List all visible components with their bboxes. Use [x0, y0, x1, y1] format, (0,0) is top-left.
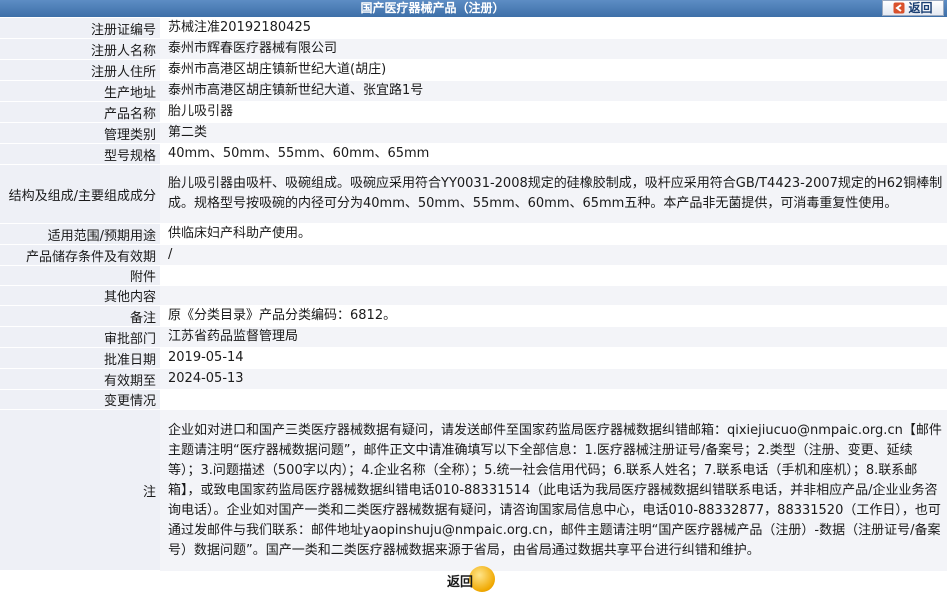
- row-label: 注册人名称: [0, 38, 160, 60]
- row-value: 2024-05-13: [160, 368, 947, 390]
- row-value: 40mm、50mm、55mm、60mm、65mm: [160, 143, 947, 165]
- row-label: 适用范围/预期用途: [0, 223, 160, 245]
- table-row: 批准日期 2019-05-14: [0, 347, 947, 369]
- table-row: 结构及组成/主要组成成分 胎儿吸引器由吸杆、吸碗组成。吸碗应采用符合YY0031…: [0, 164, 947, 224]
- detail-table: 注册证编号 苏械注准20192180425 注册人名称 泰州市辉春医疗器械有限公…: [0, 18, 947, 571]
- note-text: 企业如对进口和国产三类医疗器械数据有疑问，请发送邮件至国家药监局医疗器械数据纠错…: [160, 409, 947, 571]
- page-title: 国产医疗器械产品（注册）: [360, 1, 505, 15]
- row-label: 变更情况: [0, 389, 160, 410]
- table-row: 变更情况: [0, 389, 947, 410]
- table-row: 管理类别 第二类: [0, 122, 947, 144]
- row-value: [160, 285, 947, 306]
- row-label: 审批部门: [0, 326, 160, 348]
- title-bar: 国产医疗器械产品（注册） 返回: [0, 0, 947, 17]
- table-row: 适用范围/预期用途 供临床妇产科助产使用。: [0, 223, 947, 245]
- table-row: 注册人住所 泰州市高港区胡庄镇新世纪大道(胡庄): [0, 59, 947, 81]
- row-label: 注册人住所: [0, 59, 160, 81]
- row-value: 供临床妇产科助产使用。: [160, 223, 947, 245]
- row-value: 泰州市辉春医疗器械有限公司: [160, 38, 947, 60]
- table-row: 有效期至 2024-05-13: [0, 368, 947, 390]
- row-label: 生产地址: [0, 80, 160, 102]
- row-label: 产品储存条件及有效期: [0, 244, 160, 266]
- row-value: [160, 265, 947, 286]
- row-value: 泰州市高港区胡庄镇新世纪大道(胡庄): [160, 59, 947, 81]
- table-row: 产品名称 胎儿吸引器: [0, 101, 947, 123]
- back-button-bottom[interactable]: 返回: [447, 566, 495, 592]
- row-label: 有效期至: [0, 368, 160, 390]
- row-value: 江苏省药品监督管理局: [160, 326, 947, 348]
- table-row: 备注 原《分类目录》产品分类编码：6812。: [0, 305, 947, 327]
- table-row: 型号规格 40mm、50mm、55mm、60mm、65mm: [0, 143, 947, 165]
- back-button-top[interactable]: 返回: [882, 0, 944, 16]
- row-value: 苏械注准20192180425: [160, 18, 947, 39]
- row-label: 附件: [0, 265, 160, 286]
- row-value: [160, 389, 947, 410]
- row-label: 型号规格: [0, 143, 160, 165]
- back-button-bottom-label: 返回: [447, 575, 474, 590]
- table-row: 注册证编号 苏械注准20192180425: [0, 18, 947, 39]
- row-value: 原《分类目录》产品分类编码：6812。: [160, 305, 947, 327]
- row-value: 泰州市高港区胡庄镇新世纪大道、张宜路1号: [160, 80, 947, 102]
- note-label: 注: [0, 409, 160, 571]
- table-row: 审批部门 江苏省药品监督管理局: [0, 326, 947, 348]
- back-button-top-label: 返回: [908, 1, 933, 15]
- back-arrow-icon: [893, 2, 905, 14]
- row-label: 备注: [0, 305, 160, 327]
- table-row: 附件: [0, 265, 947, 286]
- row-value: 胎儿吸引器由吸杆、吸碗组成。吸碗应采用符合YY0031-2008规定的硅橡胶制成…: [160, 164, 947, 224]
- row-value: 2019-05-14: [160, 347, 947, 369]
- row-label: 产品名称: [0, 101, 160, 123]
- row-label: 注册证编号: [0, 18, 160, 39]
- row-label: 管理类别: [0, 122, 160, 144]
- row-value: 胎儿吸引器: [160, 101, 947, 123]
- row-value: /: [160, 244, 947, 266]
- table-row: 生产地址 泰州市高港区胡庄镇新世纪大道、张宜路1号: [0, 80, 947, 102]
- table-row: 产品储存条件及有效期 /: [0, 244, 947, 266]
- row-label: 结构及组成/主要组成成分: [0, 164, 160, 224]
- table-row-note: 注 企业如对进口和国产三类医疗器械数据有疑问，请发送邮件至国家药监局医疗器械数据…: [0, 409, 947, 571]
- table-row: 注册人名称 泰州市辉春医疗器械有限公司: [0, 38, 947, 60]
- row-value: 第二类: [160, 122, 947, 144]
- row-label: 批准日期: [0, 347, 160, 369]
- table-row: 其他内容: [0, 285, 947, 306]
- row-label: 其他内容: [0, 285, 160, 306]
